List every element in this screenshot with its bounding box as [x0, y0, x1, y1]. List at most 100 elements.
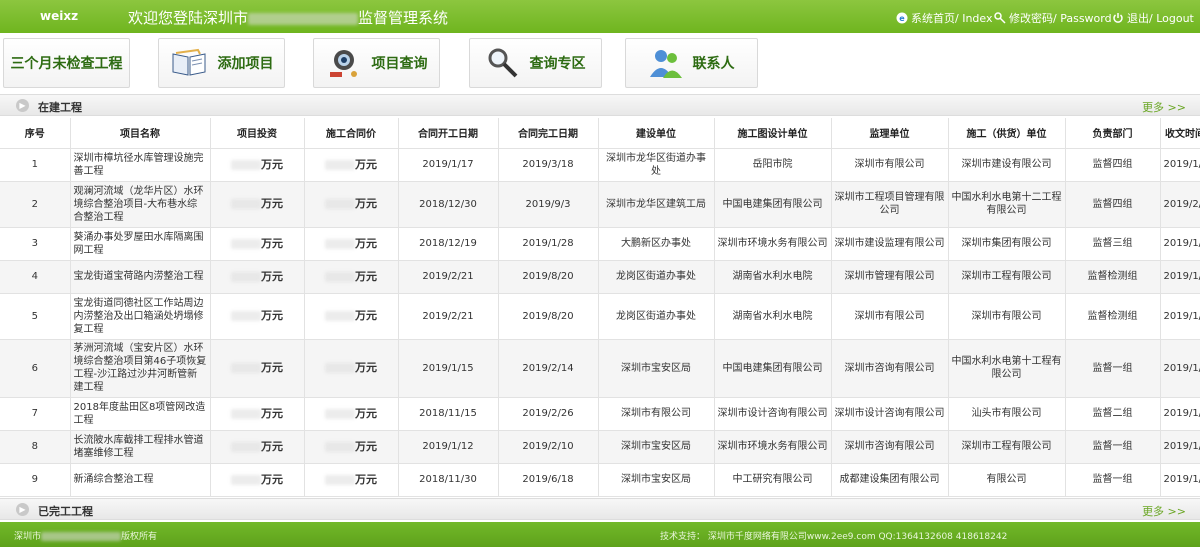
query-zone-button[interactable]: 查询专区: [469, 38, 602, 88]
column-header: 施工合同价: [304, 118, 399, 149]
amount-unit: 万元: [261, 157, 283, 171]
copyright-suffix: 版权所有: [121, 532, 158, 542]
table-row[interactable]: 8 长流陂水库截排工程排水管道堵塞维修工程 万元 万元 2019/1/12 2019/2/…: [0, 430, 1200, 464]
redacted-region: [325, 474, 355, 485]
cell-dept: 监督三组: [1065, 227, 1161, 261]
active-projects-header: ▶ 在建工程 更多 >>: [0, 94, 1200, 116]
cell-start: 2019/2/21: [398, 293, 499, 340]
active-projects-more-link[interactable]: 更多 >>: [1142, 99, 1186, 115]
cell-supervise: 深圳市工程项目管理有限公司: [831, 181, 949, 228]
copyright-text: 深圳市 版权所有: [14, 529, 157, 542]
add-project-button[interactable]: 添加项目: [158, 38, 285, 88]
table-row[interactable]: 6 茅洲河流域（宝安片区）水环境综合整治项目第46子项恢复工程-沙江路过沙井河断管…: [0, 339, 1200, 398]
cell-dept: 监督一组: [1065, 339, 1161, 398]
cell-price: 万元: [304, 463, 399, 497]
magnifier-icon: [488, 48, 517, 78]
cell-recv: 2019/1/31: [1160, 227, 1200, 261]
nav-logout[interactable]: 退出/ Logout: [1112, 10, 1194, 26]
cell-inv: 万元: [210, 227, 305, 261]
cell-name: 深圳市樟坑径水库管理设施完善工程: [70, 148, 211, 182]
cell-supervise: 深圳市设计咨询有限公司: [831, 397, 949, 431]
cell-end: 2019/2/14: [498, 339, 599, 398]
cell-end: 2019/2/26: [498, 397, 599, 431]
nav-password[interactable]: 修改密码/ Password: [994, 10, 1112, 26]
cell-design: 岳阳市院: [714, 148, 832, 182]
completed-projects-more-link[interactable]: 更多 >>: [1142, 503, 1186, 519]
column-header: 监理单位: [831, 118, 949, 149]
redacted-region: [325, 159, 355, 170]
cell-name: 长流陂水库截排工程排水管道堵塞维修工程: [70, 430, 211, 464]
table-row[interactable]: 5 宝龙街道同德社区工作站周边内涝整治及出口箱涵处坍塌修复工程 万元 万元 2019/2…: [0, 293, 1200, 340]
cell-end: 2019/8/20: [498, 260, 599, 294]
nav-home-label: 系统首页/ Index: [911, 12, 993, 25]
cell-name: 宝龙街道宝荷路内涝整治工程: [70, 260, 211, 294]
chevron-right-icon: ▶: [16, 503, 29, 516]
cell-dept: 监督检测组: [1065, 260, 1161, 294]
redacted-region: [325, 363, 355, 373]
cell-build: 深圳市宝安区局: [598, 339, 715, 398]
cell-start: 2018/11/30: [398, 463, 499, 497]
chevron-right-icon: ▶: [16, 99, 29, 112]
redacted-region: [248, 12, 359, 25]
cell-price: 万元: [304, 397, 399, 431]
cell-design: 深圳市设计咨询有限公司: [714, 397, 832, 431]
cell-recv: 2019/1/29: [1160, 397, 1200, 431]
cell-price: 万元: [304, 339, 399, 398]
cell-build: 深圳市宝安区局: [598, 430, 715, 464]
amount-unit: 万元: [261, 197, 283, 210]
cell-contractor: 有限公司: [948, 463, 1066, 497]
project-query-button[interactable]: 项目查询: [313, 38, 440, 88]
cell-recv: 2019/1/29: [1160, 339, 1200, 398]
cell-inv: 万元: [210, 397, 305, 431]
cell-name: 宝龙街道同德社区工作站周边内涝整治及出口箱涵处坍塌修复工程: [70, 293, 211, 340]
cell-inv: 万元: [210, 430, 305, 464]
column-header: 施工（供货）单位: [948, 118, 1066, 149]
table-row[interactable]: 9 新涌综合整治工程 万元 万元 2018/11/30 2019/6/18 深圳市宝安区局中…: [0, 463, 1200, 497]
cell-price: 万元: [304, 293, 399, 340]
table-row[interactable]: 2 观澜河流域（龙华片区）水环境综合整治项目-大布巷水综合整治工程 万元 万元 2018…: [0, 181, 1200, 228]
cell-recv: 2019/2/15: [1160, 181, 1200, 228]
cell-design: 深圳市环境水务有限公司: [714, 227, 832, 261]
completed-projects-title: 已完工工程: [38, 505, 93, 518]
column-header: 合同完工日期: [498, 118, 599, 149]
cell-no: 5: [0, 293, 71, 340]
redacted-region: [231, 199, 261, 209]
table-header-row: 序号 项目名称 项目投资 施工合同价 合同开工日期 合同完工日期 建设单位 施工图设计单位 监理…: [0, 118, 1200, 149]
redacted-region: [325, 238, 355, 249]
table-row[interactable]: 3 葵涌办事处罗屋田水库隔离围网工程 万元 万元 2018/12/19 2019/1/28…: [0, 227, 1200, 261]
table-row[interactable]: 7 2018年度盐田区8项管网改造工程 万元 万元 2018/11/15 2019/2/2…: [0, 397, 1200, 431]
cell-no: 8: [0, 430, 71, 464]
cell-inv: 万元: [210, 339, 305, 398]
cell-dept: 监督检测组: [1065, 293, 1161, 340]
nav-home[interactable]: e 系统首页/ Index: [896, 10, 993, 26]
table-row[interactable]: 4 宝龙街道宝荷路内涝整治工程 万元 万元 2019/2/21 2019/8/20 龙岗区街…: [0, 260, 1200, 294]
cell-name: 观澜河流域（龙华片区）水环境综合整治项目-大布巷水综合整治工程: [70, 181, 211, 228]
amount-unit: 万元: [261, 472, 283, 486]
cell-start: 2019/2/21: [398, 260, 499, 294]
camera-search-icon: [329, 50, 357, 77]
cell-contractor: 深圳市集团有限公司: [948, 227, 1066, 261]
amount-unit: 万元: [261, 309, 283, 322]
quick-toolbar: 三个月未检查工程 添加项目 项目查询 查询专区 联系人: [0, 33, 1200, 93]
table-row[interactable]: 1 深圳市樟坑径水库管理设施完善工程 万元 万元 2019/1/17 2019/3/18 深…: [0, 148, 1200, 182]
welcome-text: 欢迎您登陆深圳市 监督管理系统: [128, 7, 448, 28]
amount-unit: 万元: [261, 269, 283, 283]
cell-design: 深圳市环境水务有限公司: [714, 430, 832, 464]
cell-inv: 万元: [210, 463, 305, 497]
add-project-label: 添加项目: [217, 56, 274, 72]
cell-end: 2019/6/18: [498, 463, 599, 497]
cell-start: 2019/1/12: [398, 430, 499, 464]
cell-no: 6: [0, 339, 71, 398]
cell-price: 万元: [304, 430, 399, 464]
cell-inv: 万元: [210, 181, 305, 228]
overdue-projects-button[interactable]: 三个月未检查工程: [3, 38, 130, 88]
redacted-region: [231, 271, 261, 282]
cell-contractor: 中国水利水电第十工程有限公司: [948, 339, 1066, 398]
redacted-region: [231, 441, 261, 452]
cell-no: 3: [0, 227, 71, 261]
cell-no: 9: [0, 463, 71, 497]
contacts-button[interactable]: 联系人: [625, 38, 758, 88]
contacts-label: 联系人: [692, 56, 735, 72]
cell-start: 2018/12/19: [398, 227, 499, 261]
cell-dept: 监督四组: [1065, 148, 1161, 182]
